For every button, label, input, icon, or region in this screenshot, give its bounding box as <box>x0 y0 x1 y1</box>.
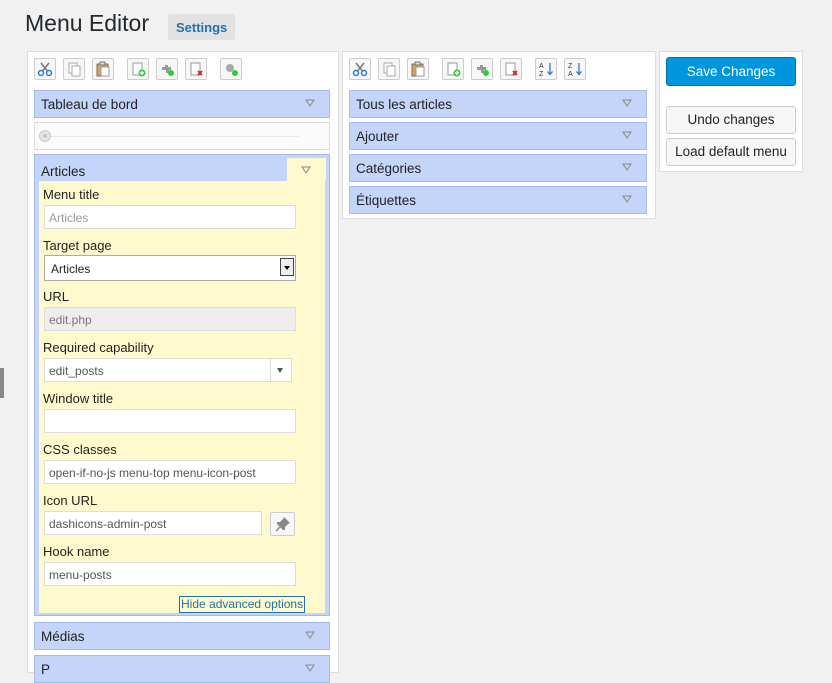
actions-panel: Save Changes Undo changes Load default m… <box>659 51 803 172</box>
svg-text:Z: Z <box>539 71 544 77</box>
copy-icon[interactable] <box>378 58 400 80</box>
copy-icon[interactable] <box>63 58 85 80</box>
expand-triangle-icon[interactable] <box>622 130 632 140</box>
load-default-menu-button[interactable]: Load default menu <box>666 138 796 166</box>
save-changes-button[interactable]: Save Changes <box>666 57 796 86</box>
paste-icon[interactable] <box>92 58 114 80</box>
cut-icon[interactable] <box>34 58 56 80</box>
cut-icon[interactable] <box>349 58 371 80</box>
menu-separator[interactable]: « <box>34 122 330 150</box>
page-title: Menu Editor <box>25 10 150 36</box>
css-classes-input[interactable]: open-if-no-js menu-top menu-icon-post <box>44 460 296 484</box>
submenu-panel: AZ ZA Tous les articles Ajouter Catégori… <box>342 51 656 219</box>
hook-name-label: Hook name <box>43 544 110 559</box>
submenu-item-ajouter[interactable]: Ajouter <box>349 122 647 150</box>
collapse-triangle-icon <box>301 166 311 174</box>
submenu-item-label: Ajouter <box>356 129 399 144</box>
expand-triangle-icon[interactable] <box>622 194 632 204</box>
menu-item-label: Articles <box>41 164 86 179</box>
expand-triangle-icon[interactable] <box>305 630 315 640</box>
icon-url-label: Icon URL <box>43 493 98 508</box>
menu-item-tableau-de-bord[interactable]: Tableau de bord <box>34 90 330 118</box>
separator-handle-icon: « <box>39 130 51 142</box>
menu-item-label: Médias <box>41 629 85 644</box>
menu-item-label: Tableau de bord <box>41 97 138 112</box>
menu-title-input[interactable]: Articles <box>44 205 296 229</box>
undo-changes-button[interactable]: Undo changes <box>666 106 796 134</box>
capability-value: edit_posts <box>49 364 104 378</box>
icon-selector-button[interactable] <box>270 512 295 536</box>
sort-ascending-icon[interactable]: AZ <box>535 58 557 80</box>
expand-triangle-icon[interactable] <box>622 98 632 108</box>
target-page-select[interactable]: Articles <box>44 255 296 281</box>
url-input: edit.php <box>44 307 296 331</box>
combo-arrow-icon[interactable] <box>270 359 291 381</box>
menu-item-articles[interactable]: Articles Menu title Articles Target page… <box>34 154 330 616</box>
svg-text:A: A <box>539 63 544 70</box>
hide-advanced-options-link[interactable]: Hide advanced options <box>179 596 306 613</box>
paste-icon[interactable] <box>407 58 429 80</box>
svg-text:A: A <box>568 71 573 77</box>
capability-combobox[interactable]: edit_posts <box>44 358 292 382</box>
dropdown-arrow-icon[interactable] <box>280 258 294 276</box>
new-separator-icon[interactable] <box>471 58 493 80</box>
settings-link[interactable]: Settings <box>168 14 236 40</box>
required-capability-label: Required capability <box>43 340 154 355</box>
new-item-icon[interactable] <box>442 58 464 80</box>
new-separator-icon[interactable] <box>156 58 178 80</box>
target-page-value: Articles <box>51 262 91 276</box>
window-title-label: Window title <box>43 391 114 406</box>
icon-url-input[interactable]: dashicons-admin-post <box>44 511 262 535</box>
pushpin-icon <box>275 517 290 532</box>
menu-panel: Tableau de bord « Articles Menu title Ar… <box>27 51 339 683</box>
expand-triangle-icon[interactable] <box>622 162 632 172</box>
delete-icon[interactable] <box>500 58 522 80</box>
target-page-label: Target page <box>43 238 112 253</box>
edge-marker <box>0 368 4 398</box>
sort-descending-icon[interactable]: ZA <box>564 58 586 80</box>
url-label: URL <box>43 289 70 304</box>
menu-item-medias[interactable]: Médias <box>34 622 330 650</box>
submenu-item-label: Catégories <box>356 161 422 176</box>
expand-triangle-icon[interactable] <box>305 663 315 673</box>
css-classes-label: CSS classes <box>43 442 117 457</box>
submenu-item-etiquettes[interactable]: Étiquettes <box>349 186 647 214</box>
svg-text:Z: Z <box>568 63 573 70</box>
menu-item-label: P <box>41 662 51 677</box>
add-item-icon[interactable] <box>220 58 242 80</box>
menu-item-editor: Menu title Articles Target page Articles… <box>39 181 325 613</box>
new-menu-icon[interactable] <box>127 58 149 80</box>
submenu-item-label: Tous les articles <box>356 97 453 112</box>
collapse-tab[interactable] <box>287 158 326 181</box>
submenu-item-categories[interactable]: Catégories <box>349 154 647 182</box>
window-title-input[interactable] <box>44 409 296 433</box>
separator-line <box>51 136 299 137</box>
expand-triangle-icon[interactable] <box>305 98 315 108</box>
hook-name-input[interactable]: menu-posts <box>44 562 296 586</box>
submenu-item-label: Étiquettes <box>356 193 417 208</box>
delete-icon[interactable] <box>185 58 207 80</box>
menu-item-partial[interactable]: P <box>34 655 330 683</box>
submenu-item-tous-les-articles[interactable]: Tous les articles <box>349 90 647 118</box>
menu-title-label: Menu title <box>43 187 100 202</box>
